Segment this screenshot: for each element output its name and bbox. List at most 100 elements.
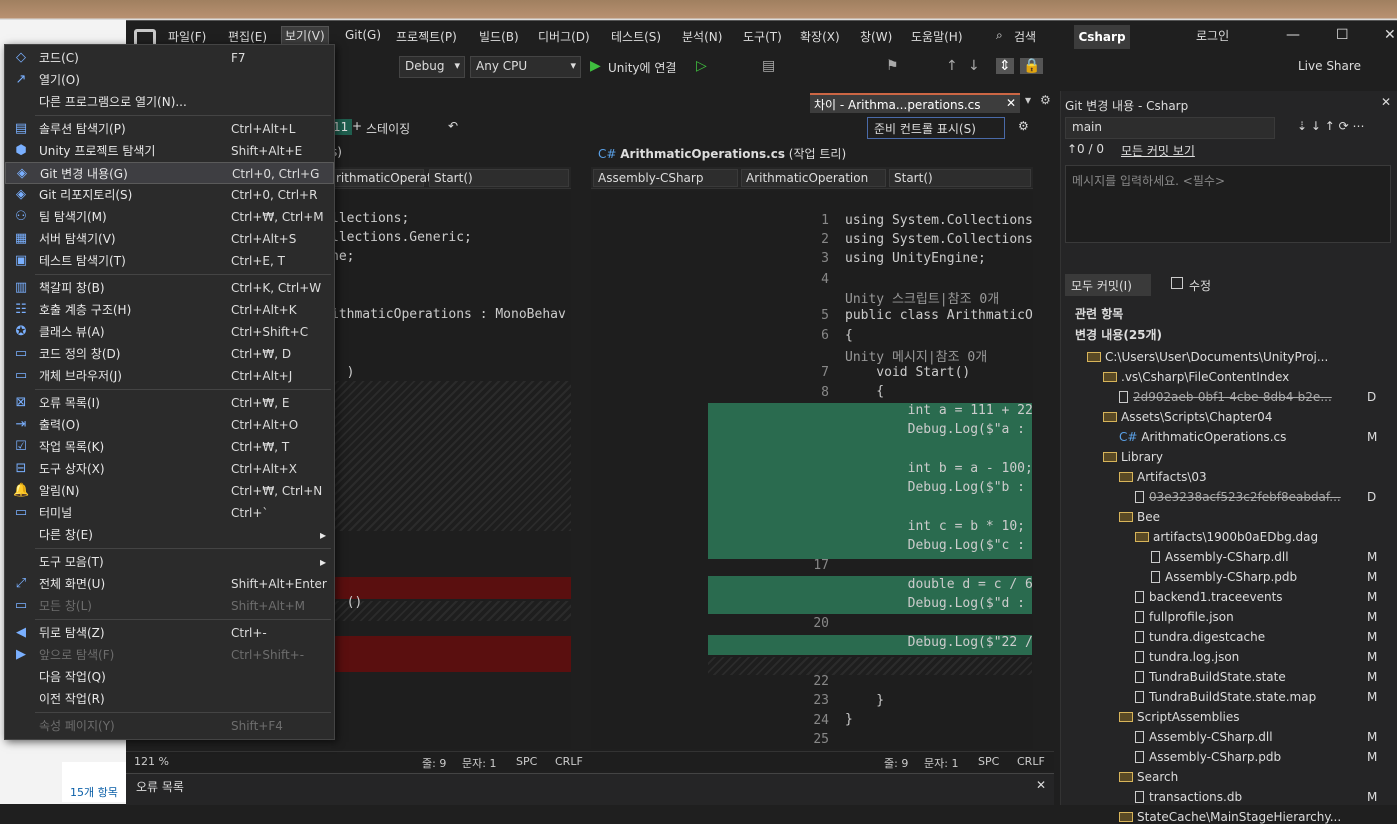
menu-git[interactable]: Git(G): [345, 28, 381, 42]
tree-item[interactable]: Assembly-CSharp.dll M: [1135, 730, 1387, 744]
tab-close-icon[interactable]: ✕: [1006, 96, 1016, 110]
menu-item[interactable]: ⬢ Unity 프로젝트 탐색기 Shift+Alt+E: [5, 140, 334, 162]
amend-checkbox[interactable]: [1171, 277, 1183, 289]
lock-icon[interactable]: 🔒: [1020, 58, 1044, 74]
menu-item[interactable]: 도구 모음(T) ▸: [5, 551, 334, 573]
menu-item[interactable]: 이전 작업(R): [5, 688, 334, 710]
tree-item[interactable]: Library: [1103, 450, 1387, 464]
tree-item[interactable]: 2d902aeb-0bf1-4cbe-8db4-b2e... D: [1119, 390, 1387, 404]
search-label[interactable]: 검색: [1014, 28, 1036, 45]
commit-message-input[interactable]: 메시지를 입력하세요. <필수>: [1065, 165, 1391, 243]
platform-select[interactable]: Any CPU: [470, 56, 581, 78]
menu-item[interactable]: ✪ 클래스 뷰(A) Ctrl+Shift+C: [5, 321, 334, 343]
minimize-icon[interactable]: —: [1286, 27, 1300, 43]
menu-item[interactable]: ◈ Git 리포지토리(S) Ctrl+0, Ctrl+R: [5, 184, 334, 206]
right-nav-assembly[interactable]: Assembly-CSharp: [593, 169, 738, 187]
undo-icon[interactable]: ↶: [448, 119, 458, 133]
menu-project[interactable]: 프로젝트(P): [396, 28, 457, 45]
related-items-header[interactable]: 관련 항목: [1075, 305, 1123, 322]
menu-edit[interactable]: 편집(E): [228, 28, 267, 45]
menu-tools[interactable]: 도구(T): [743, 28, 782, 45]
left-editor[interactable]: llections; llections.Generic; ne; ithmaticO…: [331, 191, 571, 749]
panel-close-icon[interactable]: ✕: [1381, 95, 1391, 109]
tree-item[interactable]: backend1.traceevents M: [1135, 590, 1387, 604]
stage-button[interactable]: 스테이징: [366, 120, 410, 137]
menu-window[interactable]: 창(W): [860, 28, 892, 45]
menu-debug[interactable]: 디버그(D): [538, 28, 590, 45]
menu-item[interactable]: ⇥ 출력(O) Ctrl+Alt+O: [5, 414, 334, 436]
menu-item[interactable]: 다른 프로그램으로 열기(N)...: [5, 91, 334, 113]
right-editor[interactable]: 1234567891011121314151617181920212223242…: [591, 191, 1033, 749]
menu-item[interactable]: ▭ 터미널 Ctrl+`: [5, 502, 334, 524]
close-icon[interactable]: ✕: [1384, 27, 1396, 43]
right-nav-class[interactable]: ArithmaticOperation: [741, 169, 886, 187]
all-commits-link[interactable]: 모든 커밋 보기: [1121, 142, 1195, 159]
tree-item[interactable]: transactions.db M: [1135, 790, 1387, 804]
tree-item[interactable]: 03e3238acf523c2febf8eabdaf... D: [1135, 490, 1387, 504]
changes-header[interactable]: 변경 내용(25개): [1075, 326, 1162, 343]
menu-item[interactable]: ▤ 솔루션 탐색기(P) Ctrl+Alt+L: [5, 118, 334, 140]
menu-item[interactable]: ⤢ 전체 화면(U) Shift+Alt+Enter: [5, 573, 334, 595]
menu-extensions[interactable]: 확장(X): [800, 28, 840, 45]
tree-item[interactable]: TundraBuildState.state.map M: [1135, 690, 1387, 704]
menu-file[interactable]: 파일(F): [168, 28, 206, 45]
menu-item[interactable]: ▭ 코드 정의 창(D) Ctrl+₩, D: [5, 343, 334, 365]
menu-item[interactable]: ↗ 열기(O): [5, 69, 334, 91]
gear-icon[interactable]: ⚙: [1018, 119, 1029, 133]
bookmark-icon[interactable]: ⚑: [886, 58, 899, 74]
tab-diff[interactable]: 차이 - Arithma...perations.cs ✕: [810, 93, 1020, 113]
plus-icon[interactable]: +: [352, 119, 362, 133]
tree-item[interactable]: TundraBuildState.state M: [1135, 670, 1387, 684]
menu-item[interactable]: ▦ 서버 탐색기(V) Ctrl+Alt+S: [5, 228, 334, 250]
config-select[interactable]: Debug: [399, 56, 465, 78]
tree-item[interactable]: .vs\Csharp\FileContentIndex: [1103, 370, 1387, 384]
branch-select[interactable]: main: [1065, 117, 1275, 139]
tree-item[interactable]: artifacts\1900b0aEDbg.dag: [1135, 530, 1387, 544]
down-arrow-icon[interactable]: ↓: [968, 58, 980, 74]
maximize-icon[interactable]: ☐: [1336, 27, 1349, 43]
run-button[interactable]: Unity에 연결: [608, 59, 676, 76]
tree-item[interactable]: tundra.digestcache M: [1135, 630, 1387, 644]
search-icon[interactable]: ⌕: [996, 28, 1003, 43]
menu-item[interactable]: 다음 작업(Q): [5, 666, 334, 688]
menu-item[interactable]: ☑ 작업 목록(K) Ctrl+₩, T: [5, 436, 334, 458]
tree-item[interactable]: StateCache\MainStageHierarchy...: [1119, 810, 1387, 824]
menu-item[interactable]: ◇ 코드(C) F7: [5, 47, 334, 69]
tree-item[interactable]: Bee: [1119, 510, 1387, 524]
tree-item[interactable]: Artifacts\03: [1119, 470, 1387, 484]
menu-help[interactable]: 도움말(H): [911, 28, 963, 45]
tree-item[interactable]: C# ArithmaticOperations.cs M: [1119, 430, 1387, 444]
left-nav-method[interactable]: Start(): [429, 169, 569, 187]
folder-icon[interactable]: ▤: [762, 58, 775, 74]
menu-item[interactable]: ☷ 호출 계층 구조(H) Ctrl+Alt+K: [5, 299, 334, 321]
menu-item[interactable]: 🔔 알림(N) Ctrl+₩, Ctrl+N: [5, 480, 334, 502]
menu-test[interactable]: 테스트(S): [611, 28, 661, 45]
settings-icon[interactable]: ⚙: [1040, 93, 1051, 107]
fetch-icon[interactable]: ⇣ ↓ ↑ ⟳ ⋯: [1297, 119, 1364, 133]
commit-all-button[interactable]: 모두 커밋(I): [1065, 274, 1151, 296]
tree-item[interactable]: Search: [1119, 770, 1387, 784]
menu-item[interactable]: 다른 창(E) ▸: [5, 524, 334, 546]
right-nav-method[interactable]: Start(): [889, 169, 1031, 187]
menu-item[interactable]: ▥ 책갈피 창(B) Ctrl+K, Ctrl+W: [5, 277, 334, 299]
collapse-icon[interactable]: ⇕: [996, 58, 1014, 74]
pane-close-icon[interactable]: ✕: [1036, 778, 1046, 792]
menu-item[interactable]: ◈ Git 변경 내용(G) Ctrl+0, Ctrl+G: [5, 162, 334, 184]
left-nav-class[interactable]: rithmaticOperation: [331, 169, 450, 187]
menu-item[interactable]: ◀ 뒤로 탐색(Z) Ctrl+-: [5, 622, 334, 644]
tree-item[interactable]: Assembly-CSharp.pdb M: [1135, 750, 1387, 764]
run-icon[interactable]: ▶: [590, 58, 601, 74]
tree-item[interactable]: Assembly-CSharp.pdb M: [1151, 570, 1387, 584]
show-controls-button[interactable]: 준비 컨트롤 표시(S): [867, 117, 1005, 139]
menu-analyze[interactable]: 분석(N): [682, 28, 722, 45]
tree-item[interactable]: Assets\Scripts\Chapter04: [1103, 410, 1387, 424]
menu-item[interactable]: ▣ 테스트 탐색기(T) Ctrl+E, T: [5, 250, 334, 272]
menu-item[interactable]: ▭ 개체 브라우저(J) Ctrl+Alt+J: [5, 365, 334, 387]
menu-item[interactable]: ⊠ 오류 목록(I) Ctrl+₩, E: [5, 392, 334, 414]
menu-build[interactable]: 빌드(B): [479, 28, 519, 45]
tree-item[interactable]: C:\Users\User\Documents\UnityProj...: [1087, 350, 1387, 364]
start-without-debug-icon[interactable]: ▷: [696, 58, 707, 74]
live-share-button[interactable]: Live Share: [1298, 59, 1361, 73]
menu-item[interactable]: ⊟ 도구 상자(X) Ctrl+Alt+X: [5, 458, 334, 480]
login-link[interactable]: 로그인: [1196, 27, 1229, 44]
